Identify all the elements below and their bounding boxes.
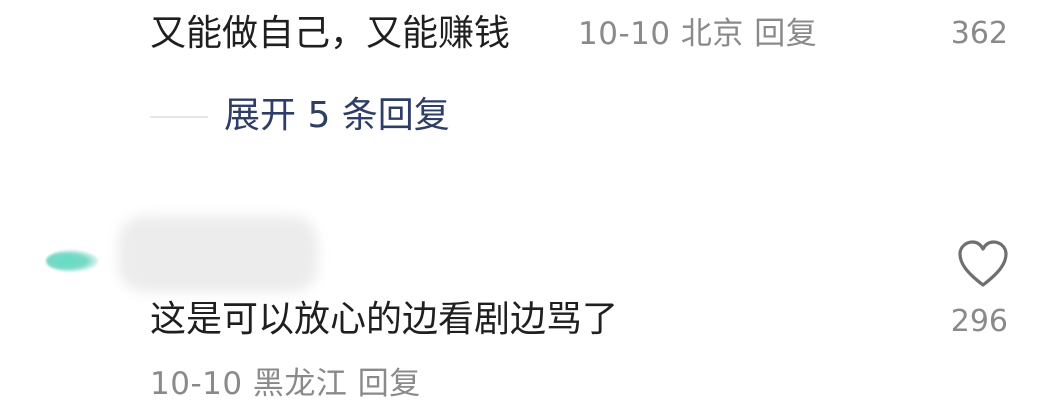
avatar[interactable] [46, 250, 98, 272]
heart-icon[interactable] [956, 238, 1010, 290]
comment-meta[interactable]: 10-10 黑龙江 回复 [150, 360, 421, 408]
like-count: 362 [950, 16, 1008, 51]
expand-replies-link[interactable]: 展开 5 条回复 [224, 92, 450, 140]
comment-text: 这是可以放心的边看剧边骂了 [150, 299, 619, 340]
comment-text: 又能做自己，又能赚钱 [150, 13, 511, 54]
like-count: 296 [950, 304, 1008, 339]
expand-divider [150, 116, 208, 118]
comment-meta[interactable]: 10-10 北京 回复 [578, 10, 817, 58]
username-blurred[interactable] [118, 216, 318, 292]
